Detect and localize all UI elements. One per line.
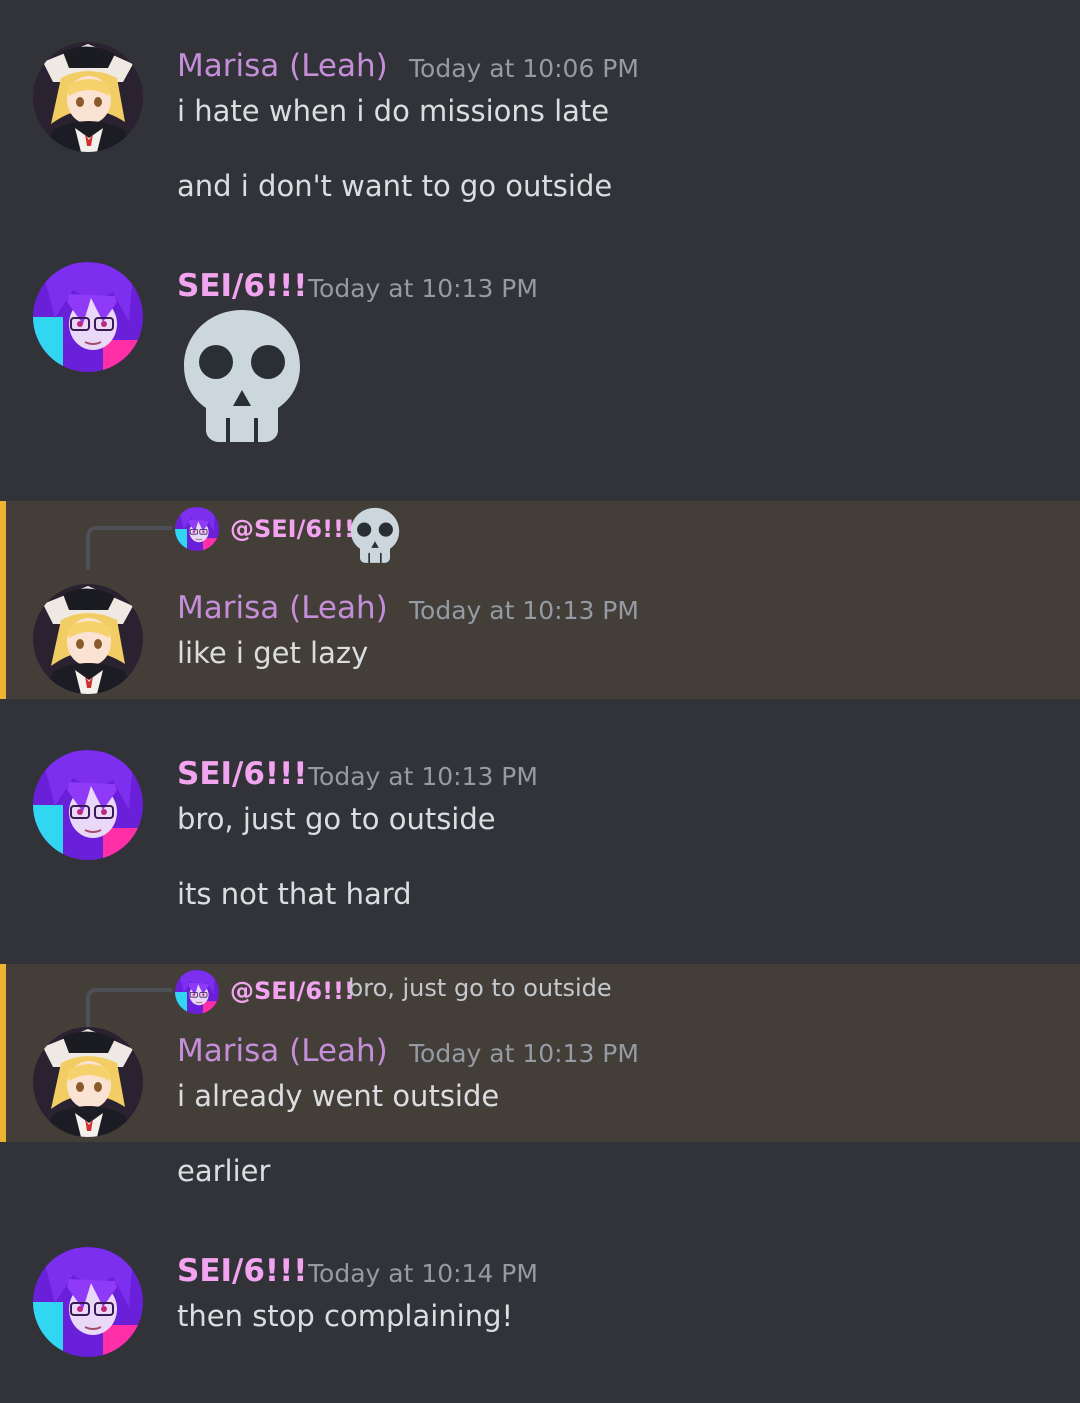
avatar[interactable]	[33, 1027, 143, 1137]
timestamp: Today at 10:13 PM	[409, 1039, 639, 1068]
username[interactable]: SEI/6!!!	[177, 1251, 307, 1291]
timestamp: Today at 10:13 PM	[308, 762, 538, 791]
message-text: and i don't want to go outside	[177, 169, 613, 203]
mention-highlight-bar	[0, 501, 6, 699]
reply-mention[interactable]: @SEI/6!!!	[230, 509, 355, 549]
message-text: its not that hard	[177, 877, 412, 911]
avatar[interactable]	[33, 584, 143, 694]
reply-spine	[86, 988, 172, 1032]
skull-emoji-icon	[350, 507, 400, 567]
message-text: i already went outside	[177, 1079, 500, 1113]
timestamp: Today at 10:13 PM	[409, 596, 639, 625]
mention-highlight-bar	[0, 964, 6, 1142]
username[interactable]: SEI/6!!!	[177, 266, 307, 306]
message-text: then stop complaining!	[177, 1299, 514, 1333]
skull-emoji-icon[interactable]	[182, 308, 302, 446]
timestamp: Today at 10:13 PM	[308, 274, 538, 303]
reply-avatar	[175, 970, 219, 1014]
avatar[interactable]	[33, 1247, 143, 1357]
message-text: like i get lazy	[177, 636, 369, 670]
timestamp: Today at 10:14 PM	[308, 1259, 538, 1288]
reply-spine	[86, 526, 172, 570]
reply-mention[interactable]: @SEI/6!!!	[230, 971, 355, 1011]
reply-avatar	[175, 507, 219, 551]
timestamp: Today at 10:06 PM	[409, 54, 639, 83]
message-text: bro, just go to outside	[177, 802, 496, 836]
message-text: i hate when i do missions late	[177, 94, 610, 128]
avatar[interactable]	[33, 262, 143, 372]
username[interactable]: SEI/6!!!	[177, 754, 307, 794]
reply-preview-text[interactable]: bro, just go to outside	[348, 968, 612, 1008]
username[interactable]: Marisa (Leah)	[177, 46, 388, 86]
username[interactable]: Marisa (Leah)	[177, 1031, 388, 1071]
avatar[interactable]	[33, 42, 143, 152]
username[interactable]: Marisa (Leah)	[177, 588, 388, 628]
message-text: earlier	[177, 1154, 271, 1188]
avatar[interactable]	[33, 750, 143, 860]
